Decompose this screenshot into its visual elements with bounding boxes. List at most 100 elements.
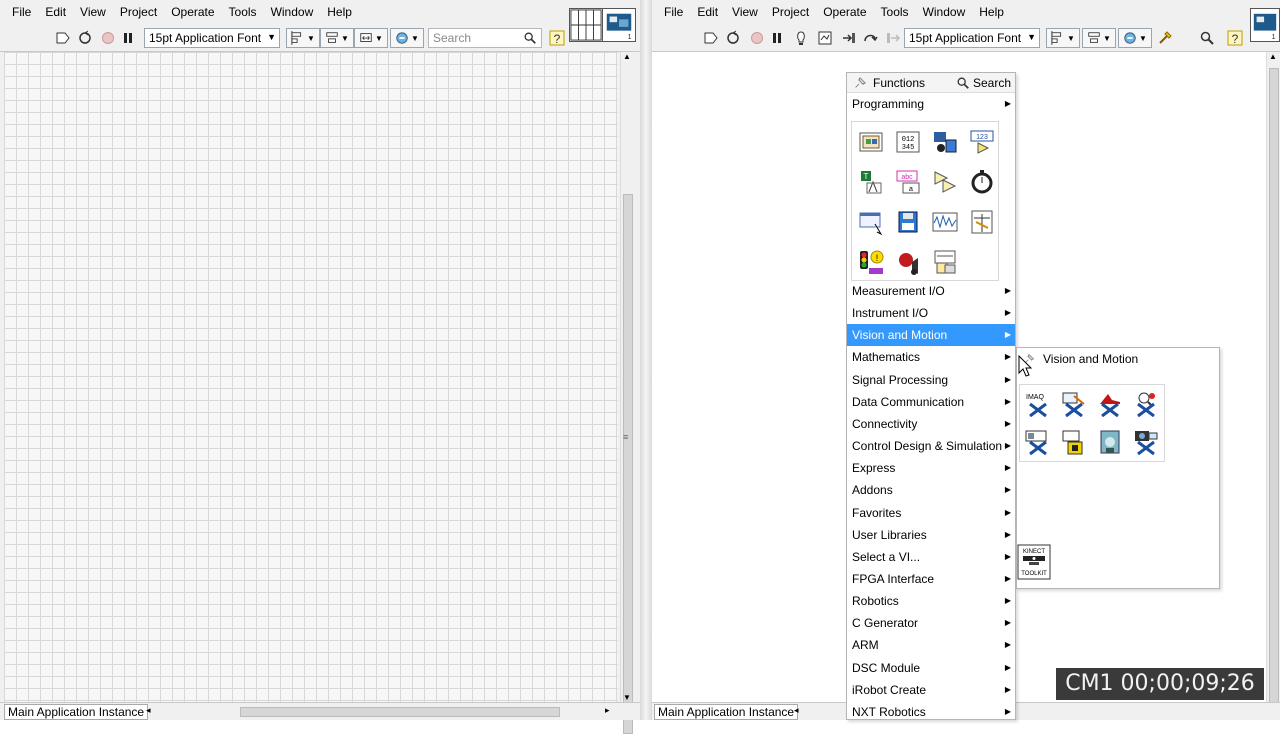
front-hscroll-thumb[interactable] bbox=[240, 707, 560, 717]
category-measurement-i-o[interactable]: Measurement I/O ▶ bbox=[847, 280, 1015, 302]
context-help-icon[interactable]: ? bbox=[546, 28, 568, 48]
menu-window[interactable]: Window bbox=[917, 5, 974, 19]
waveform-icon[interactable] bbox=[926, 202, 963, 242]
category-arm[interactable]: ARM ▶ bbox=[847, 634, 1015, 656]
menu-tools[interactable]: Tools bbox=[875, 5, 917, 19]
file-io-icon[interactable] bbox=[889, 202, 926, 242]
numeric-icon[interactable]: 123 bbox=[963, 122, 1000, 162]
retain-wire-values-icon[interactable] bbox=[814, 28, 836, 48]
front-vscroll-thumb[interactable] bbox=[623, 194, 633, 734]
distribute-objects-dropdown[interactable]: ▼ bbox=[1082, 28, 1116, 48]
machine-vision-icon[interactable] bbox=[1128, 385, 1164, 423]
scroll-right-icon[interactable]: ▸ bbox=[605, 705, 610, 716]
cluster-icon[interactable] bbox=[852, 122, 889, 162]
scroll-up-icon[interactable]: ▲ bbox=[1269, 52, 1277, 61]
scroll-down-icon[interactable]: ▼ bbox=[623, 693, 631, 702]
vision-express-icon[interactable] bbox=[1020, 423, 1056, 461]
menu-window[interactable]: Window bbox=[265, 5, 322, 19]
menu-operate[interactable]: Operate bbox=[817, 5, 874, 19]
category-user-libraries[interactable]: User Libraries ▶ bbox=[847, 524, 1015, 546]
sync-icon[interactable]: ! bbox=[852, 242, 889, 282]
category-dsc-module[interactable]: DSC Module ▶ bbox=[847, 657, 1015, 679]
menu-help[interactable]: Help bbox=[973, 5, 1012, 19]
category-express[interactable]: Express ▶ bbox=[847, 457, 1015, 479]
run-continuously-icon[interactable] bbox=[74, 28, 96, 48]
timing-icon[interactable] bbox=[963, 162, 1000, 202]
pause-icon[interactable] bbox=[117, 28, 139, 48]
step-over-icon[interactable] bbox=[860, 28, 882, 48]
run-continuously-icon[interactable] bbox=[722, 28, 744, 48]
motion-icon[interactable] bbox=[1092, 423, 1128, 461]
scroll-left-icon[interactable]: ◂ bbox=[794, 705, 799, 716]
string-icon[interactable]: abc a bbox=[889, 162, 926, 202]
menu-edit[interactable]: Edit bbox=[39, 5, 74, 19]
vision-utilities-icon[interactable] bbox=[1056, 385, 1092, 423]
menu-help[interactable]: Help bbox=[321, 5, 360, 19]
dialog-icon[interactable] bbox=[852, 202, 889, 242]
search-icon[interactable] bbox=[1196, 28, 1218, 48]
align-objects-dropdown[interactable]: ▼ bbox=[1046, 28, 1080, 48]
boolean-icon[interactable]: T bbox=[852, 162, 889, 202]
font-selector[interactable]: 15pt Application Font ▼ bbox=[144, 28, 280, 48]
category-control-design-simulation[interactable]: Control Design & Simulation ▶ bbox=[847, 435, 1015, 457]
image-processing-icon[interactable] bbox=[1092, 385, 1128, 423]
abort-icon[interactable] bbox=[746, 28, 768, 48]
connector-pane-icon[interactable] bbox=[569, 8, 603, 42]
front-panel-canvas[interactable] bbox=[4, 52, 618, 702]
menu-operate[interactable]: Operate bbox=[165, 5, 222, 19]
imaq-icon[interactable]: IMAQ bbox=[1020, 385, 1056, 423]
kinect-toolkit-icon[interactable]: KINECT TOOLKIT bbox=[1017, 544, 1051, 580]
front-horizontal-scrollbar[interactable] bbox=[158, 705, 608, 719]
menu-tools[interactable]: Tools bbox=[223, 5, 265, 19]
reorder-dropdown[interactable]: ▼ bbox=[390, 28, 424, 48]
front-vertical-scrollbar[interactable]: ▲ ≡ ▼ bbox=[620, 52, 634, 734]
imaq-io-icon[interactable] bbox=[1056, 423, 1092, 461]
resize-objects-dropdown[interactable]: ▼ bbox=[354, 28, 388, 48]
font-selector[interactable]: 15pt Application Font ▼ bbox=[904, 28, 1040, 48]
palette-search-button[interactable]: Search bbox=[956, 76, 1011, 90]
menu-project[interactable]: Project bbox=[766, 5, 817, 19]
vi-icon[interactable]: 1 bbox=[1250, 8, 1280, 42]
align-objects-dropdown[interactable]: ▼ bbox=[286, 28, 320, 48]
category-programming[interactable]: Programming ▶ bbox=[847, 93, 1015, 115]
category-addons[interactable]: Addons ▶ bbox=[847, 479, 1015, 501]
category-data-communication[interactable]: Data Communication ▶ bbox=[847, 391, 1015, 413]
run-arrow-icon[interactable] bbox=[700, 28, 722, 48]
scroll-up-icon[interactable]: ▲ bbox=[623, 52, 631, 61]
highlight-execution-icon[interactable] bbox=[790, 28, 812, 48]
menu-view[interactable]: View bbox=[726, 5, 766, 19]
graphics-sound-icon[interactable] bbox=[889, 242, 926, 282]
category-signal-processing[interactable]: Signal Processing ▶ bbox=[847, 369, 1015, 391]
menu-edit[interactable]: Edit bbox=[691, 5, 726, 19]
category-robotics[interactable]: Robotics ▶ bbox=[847, 590, 1015, 612]
menu-project[interactable]: Project bbox=[114, 5, 165, 19]
abort-icon[interactable] bbox=[97, 28, 119, 48]
camera-icon[interactable] bbox=[1128, 423, 1164, 461]
category-c-generator[interactable]: C Generator ▶ bbox=[847, 612, 1015, 634]
step-into-icon[interactable] bbox=[838, 28, 860, 48]
run-arrow-icon[interactable] bbox=[52, 28, 74, 48]
menu-view[interactable]: View bbox=[74, 5, 114, 19]
pause-icon[interactable] bbox=[766, 28, 788, 48]
block-vscroll-thumb[interactable] bbox=[1269, 68, 1279, 712]
palette-title-area[interactable]: Functions bbox=[853, 76, 925, 90]
category-favorites[interactable]: Favorites ▶ bbox=[847, 502, 1015, 524]
block-vertical-scrollbar[interactable]: ▲ bbox=[1266, 52, 1280, 712]
vi-icon[interactable]: 1 bbox=[602, 8, 636, 42]
context-help-icon[interactable]: ? bbox=[1224, 28, 1246, 48]
category-connectivity[interactable]: Connectivity ▶ bbox=[847, 413, 1015, 435]
category-select-a-vi[interactable]: Select a VI... ▶ bbox=[847, 546, 1015, 568]
array-icon[interactable]: 012 345 bbox=[889, 122, 926, 162]
menu-file[interactable]: File bbox=[658, 5, 691, 19]
step-out-icon[interactable] bbox=[882, 28, 904, 48]
menu-file[interactable]: File bbox=[6, 5, 39, 19]
scroll-left-icon[interactable]: ◂ bbox=[146, 705, 151, 716]
category-mathematics[interactable]: Mathematics ▶ bbox=[847, 346, 1015, 368]
report-icon[interactable] bbox=[926, 242, 963, 282]
category-fpga-interface[interactable]: FPGA Interface ▶ bbox=[847, 568, 1015, 590]
distribute-objects-dropdown[interactable]: ▼ bbox=[320, 28, 354, 48]
search-input[interactable]: Search bbox=[428, 28, 542, 48]
reorder-dropdown[interactable]: ▼ bbox=[1118, 28, 1152, 48]
category-irobot-create[interactable]: iRobot Create ▶ bbox=[847, 679, 1015, 701]
clean-up-diagram-icon[interactable] bbox=[1154, 28, 1176, 48]
